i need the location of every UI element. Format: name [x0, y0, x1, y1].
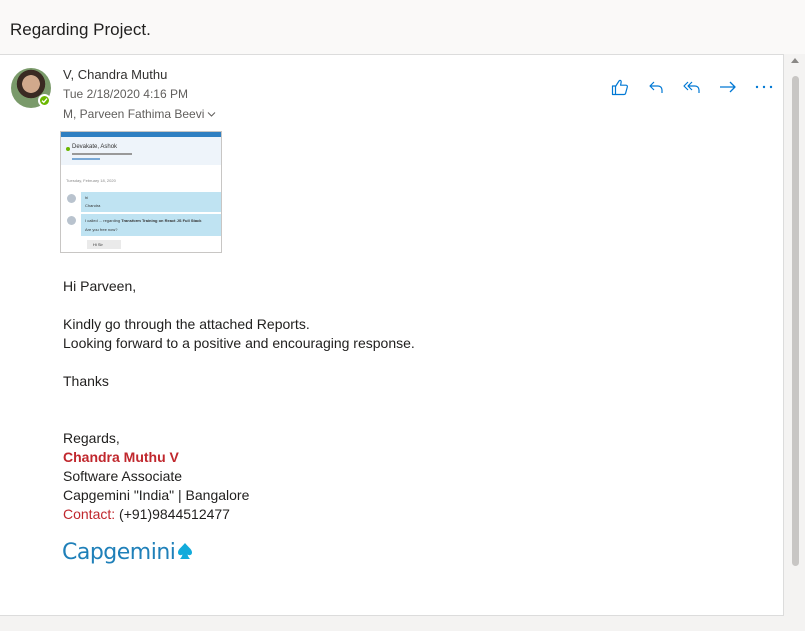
reply-icon	[649, 81, 663, 93]
regards-line: Regards,	[63, 430, 120, 446]
preview-bubble-2: I called ... regarding Transform Trainin…	[81, 214, 221, 236]
preview-reply-bubble: Hi Sir	[87, 240, 121, 249]
signature-contact: Contact: (+91)9844512477	[63, 505, 415, 524]
preview-date-line: Tuesday, February 18, 2020	[66, 178, 116, 183]
reply-button[interactable]	[638, 76, 674, 98]
sender-name[interactable]: V, Chandra Muthu	[63, 67, 167, 82]
preview-presence-icon	[66, 147, 70, 151]
preview-reply: Hi Sir	[93, 242, 103, 247]
signature-company: Capgemini "India" | Bangalore	[63, 487, 250, 503]
preview-contact-name: Devakate, Ashok	[72, 144, 118, 150]
message-body: Hi Parveen, Kindly go through the attach…	[63, 277, 415, 524]
preview-msg1-a: hi	[85, 195, 89, 200]
spade-logo-icon	[178, 542, 193, 559]
body-line-2: Looking forward to a positive and encour…	[63, 335, 415, 351]
preview-link	[72, 158, 100, 160]
subject-bar: Regarding Project.	[0, 0, 805, 54]
chevron-down-icon[interactable]	[207, 111, 216, 118]
logo-wordmark: Capgemini	[62, 540, 176, 565]
greeting: Hi Parveen,	[63, 278, 137, 294]
preview-msg2-b: Are you free now?	[85, 227, 118, 232]
like-button[interactable]	[602, 76, 638, 98]
thanks-line: Thanks	[63, 373, 109, 389]
preview-bubble-1: hi Chandra	[81, 192, 221, 212]
forward-arrow-icon	[720, 81, 736, 93]
capgemini-logo: Capgemini	[62, 540, 194, 565]
signature-name: Chandra Muthu V	[63, 449, 179, 465]
presence-available-icon	[38, 94, 51, 107]
thumbs-up-icon	[611, 79, 628, 95]
preview-avatar-2	[67, 216, 76, 225]
contact-label: Contact:	[63, 506, 116, 522]
preview-msg2-a: I called ... regarding	[85, 218, 121, 223]
more-actions-button[interactable]	[746, 76, 782, 98]
body-line-1: Kindly go through the attached Reports.	[63, 316, 310, 332]
preview-msg1-b: Chandra	[85, 203, 101, 208]
message-date: Tue 2/18/2020 4:16 PM	[63, 87, 188, 101]
signature-title: Software Associate	[63, 468, 183, 484]
reply-all-button[interactable]	[674, 76, 710, 98]
reply-all-icon	[683, 81, 700, 93]
contact-phone[interactable]: (+91)9844512477	[115, 506, 230, 522]
attachment-preview-image[interactable]: Devakate, Ashok Tuesday, February 18, 20…	[60, 131, 222, 253]
preview-msg2-bold: Transform Training on React JS Full Stac…	[121, 218, 202, 223]
preview-subtitle	[72, 153, 132, 155]
preview-avatar-1	[67, 194, 76, 203]
recipient-line[interactable]: M, Parveen Fathima Beevi	[63, 107, 216, 121]
preview-header	[61, 137, 221, 165]
scrollbar-thumb[interactable]	[792, 76, 799, 566]
email-subject: Regarding Project.	[10, 20, 151, 39]
message-actions	[602, 76, 782, 98]
scroll-up-arrow-icon[interactable]	[791, 58, 799, 63]
forward-button[interactable]	[710, 76, 746, 98]
more-dots-icon	[755, 85, 773, 89]
recipient-name: M, Parveen Fathima Beevi	[63, 107, 205, 121]
